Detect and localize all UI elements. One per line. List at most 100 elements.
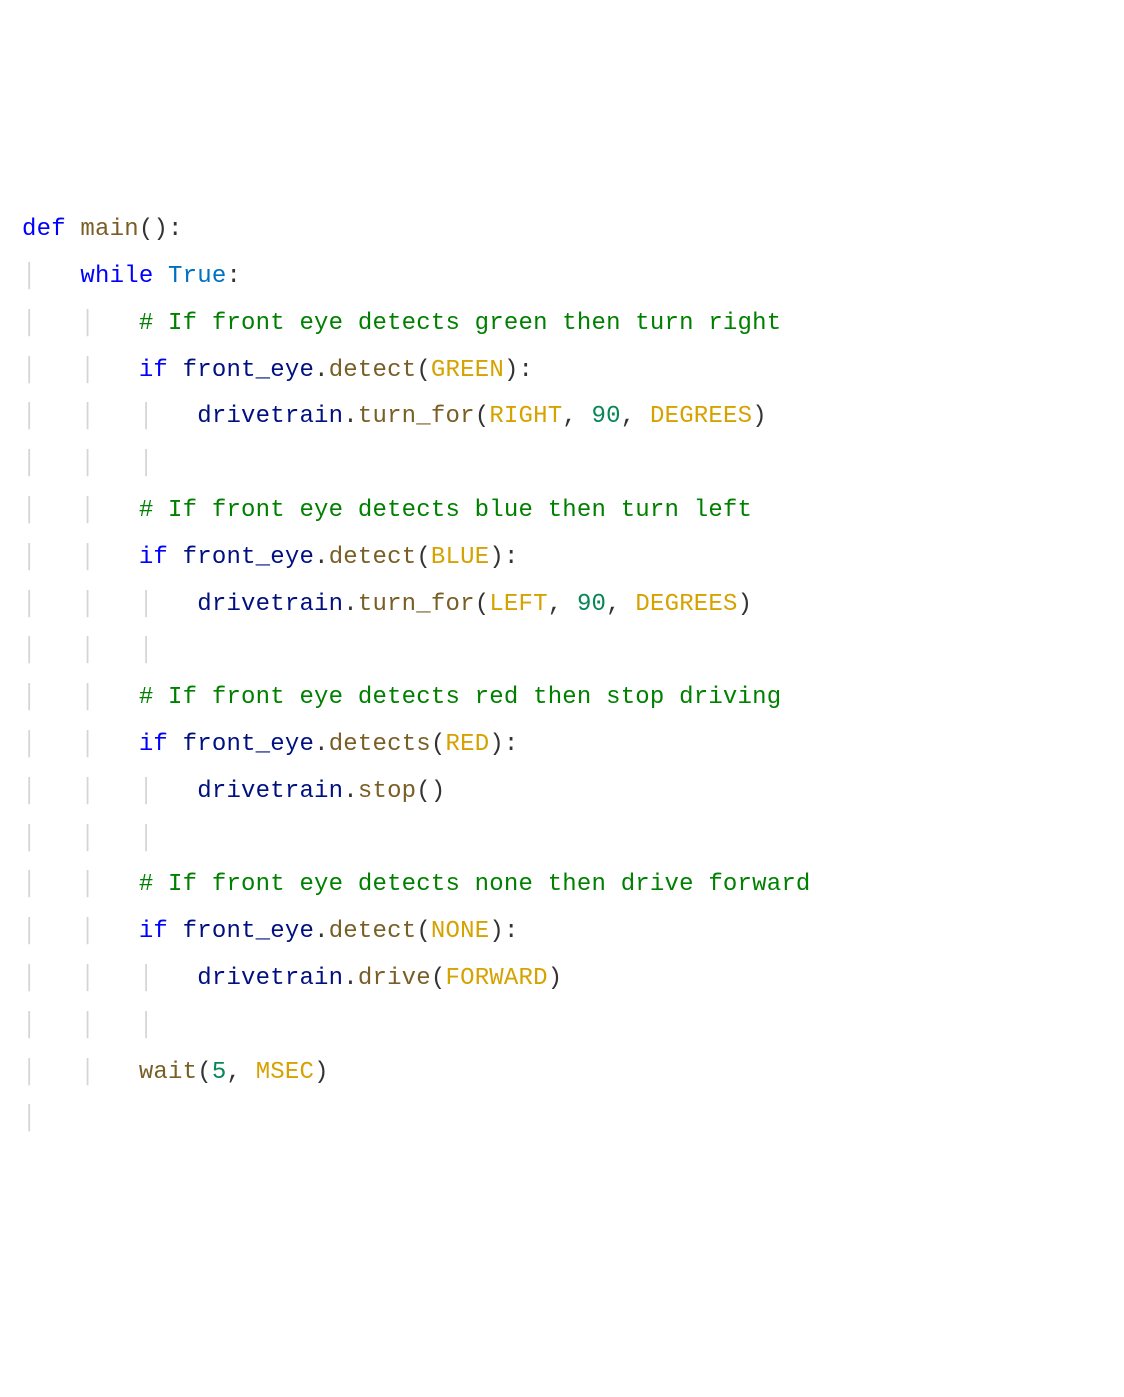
punctuation: ( xyxy=(416,544,431,571)
code-line: │ │ │ xyxy=(22,1012,153,1039)
punctuation: . xyxy=(343,778,358,805)
keyword-def: def xyxy=(22,216,66,243)
punctuation: (): xyxy=(139,216,183,243)
code-line: │ │ │ drivetrain.stop() xyxy=(22,778,446,805)
indent-guide: │ │ │ xyxy=(22,778,197,805)
comment: # If front eye detects red then stop dri… xyxy=(139,684,782,711)
punctuation: ( xyxy=(431,731,446,758)
punctuation: , xyxy=(621,403,650,430)
punctuation: , xyxy=(548,591,577,618)
punctuation: , xyxy=(226,1059,255,1086)
indent-guide: │ │ xyxy=(22,497,139,524)
method: detects xyxy=(329,731,431,758)
punctuation: . xyxy=(343,591,358,618)
indent-guide: │ xyxy=(22,1105,37,1132)
method: detect xyxy=(329,544,417,571)
indent-guide: │ │ │ xyxy=(22,965,197,992)
indent-guide: │ │ │ xyxy=(22,637,153,664)
indent-guide: │ │ │ xyxy=(22,450,153,477)
punctuation: . xyxy=(343,403,358,430)
code-line: │ │ # If front eye detects green then tu… xyxy=(22,310,781,337)
enum-degrees: DEGREES xyxy=(650,403,752,430)
punctuation: ( xyxy=(431,965,446,992)
enum-right: RIGHT xyxy=(489,403,562,430)
indent-guide: │ │ xyxy=(22,544,139,571)
code-line: def main(): xyxy=(22,216,183,243)
punctuation: ): xyxy=(489,918,518,945)
method: drive xyxy=(358,965,431,992)
code-line: │ │ if front_eye.detect(NONE): xyxy=(22,918,519,945)
indent-guide: │ │ xyxy=(22,871,139,898)
constant-true: True xyxy=(168,263,226,290)
punctuation: ) xyxy=(548,965,563,992)
code-line: │ │ wait(5, MSEC) xyxy=(22,1059,329,1086)
punctuation: () xyxy=(416,778,445,805)
method: detect xyxy=(329,918,417,945)
punctuation: . xyxy=(314,357,329,384)
method: detect xyxy=(329,357,417,384)
method: wait xyxy=(139,1059,197,1086)
identifier: drivetrain xyxy=(197,965,343,992)
punctuation: ): xyxy=(489,544,518,571)
code-line: │ │ # If front eye detects blue then tur… xyxy=(22,497,752,524)
punctuation: ( xyxy=(416,357,431,384)
number: 90 xyxy=(577,591,606,618)
code-block: def main(): │ while True: │ │ # If front… xyxy=(22,207,1102,1143)
punctuation: , xyxy=(562,403,591,430)
punctuation: ( xyxy=(475,403,490,430)
keyword-while: while xyxy=(80,263,153,290)
code-line: │ │ │ xyxy=(22,450,153,477)
punctuation: ) xyxy=(738,591,753,618)
indent-guide: │ │ │ xyxy=(22,591,197,618)
indent-guide: │ xyxy=(22,263,80,290)
code-line: │ │ │ xyxy=(22,825,153,852)
indent-guide: │ │ xyxy=(22,684,139,711)
punctuation: . xyxy=(314,731,329,758)
identifier: front_eye xyxy=(183,731,314,758)
keyword-if: if xyxy=(139,731,168,758)
keyword-if: if xyxy=(139,544,168,571)
punctuation: , xyxy=(606,591,635,618)
identifier: drivetrain xyxy=(197,591,343,618)
code-line: │ while True: xyxy=(22,263,241,290)
number: 5 xyxy=(212,1059,227,1086)
code-line: │ │ # If front eye detects none then dri… xyxy=(22,871,811,898)
code-line: │ │ │ drivetrain.turn_for(RIGHT, 90, DEG… xyxy=(22,403,767,430)
punctuation: ) xyxy=(314,1059,329,1086)
punctuation: : xyxy=(226,263,241,290)
code-line: │ │ if front_eye.detects(RED): xyxy=(22,731,519,758)
method: turn_for xyxy=(358,403,475,430)
indent-guide: │ │ xyxy=(22,310,139,337)
identifier: front_eye xyxy=(183,357,314,384)
code-line: │ xyxy=(22,1105,37,1132)
code-line: │ │ # If front eye detects red then stop… xyxy=(22,684,781,711)
indent-guide: │ │ │ xyxy=(22,1012,153,1039)
punctuation: ) xyxy=(752,403,767,430)
identifier: drivetrain xyxy=(197,778,343,805)
number: 90 xyxy=(592,403,621,430)
comment: # If front eye detects none then drive f… xyxy=(139,871,811,898)
code-line: │ │ if front_eye.detect(BLUE): xyxy=(22,544,519,571)
enum-red: RED xyxy=(446,731,490,758)
keyword-if: if xyxy=(139,918,168,945)
indent-guide: │ │ │ xyxy=(22,825,153,852)
punctuation: ( xyxy=(197,1059,212,1086)
identifier: front_eye xyxy=(183,918,314,945)
enum-left: LEFT xyxy=(489,591,547,618)
punctuation: . xyxy=(314,918,329,945)
enum-blue: BLUE xyxy=(431,544,489,571)
indent-guide: │ │ xyxy=(22,357,139,384)
enum-green: GREEN xyxy=(431,357,504,384)
punctuation: ): xyxy=(489,731,518,758)
indent-guide: │ │ │ xyxy=(22,403,197,430)
code-line: │ │ if front_eye.detect(GREEN): xyxy=(22,357,533,384)
punctuation: . xyxy=(314,544,329,571)
punctuation: . xyxy=(343,965,358,992)
enum-degrees: DEGREES xyxy=(635,591,737,618)
indent-guide: │ │ xyxy=(22,918,139,945)
method: stop xyxy=(358,778,416,805)
punctuation: ( xyxy=(475,591,490,618)
punctuation: ): xyxy=(504,357,533,384)
indent-guide: │ │ xyxy=(22,1059,139,1086)
comment: # If front eye detects blue then turn le… xyxy=(139,497,752,524)
